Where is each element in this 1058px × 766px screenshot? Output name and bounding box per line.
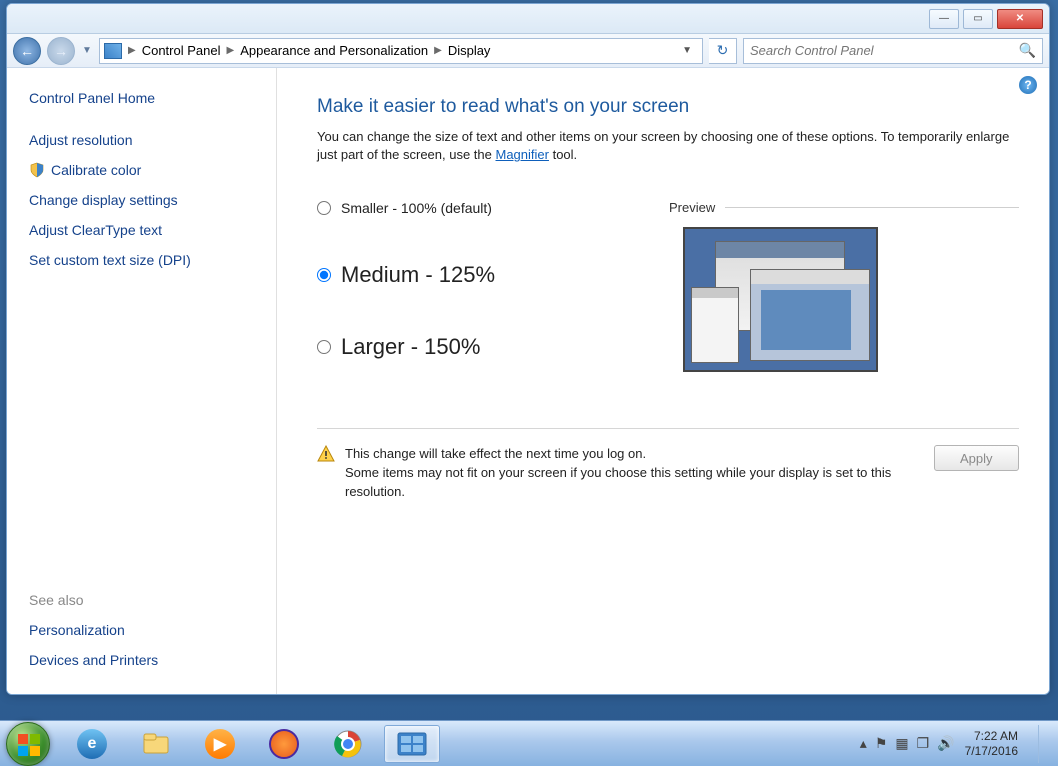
sidebar-item-label: Calibrate color: [51, 162, 141, 178]
size-options: Smaller - 100% (default) Medium - 125% L…: [317, 200, 639, 406]
sidebar-link-adjust-resolution[interactable]: Adjust resolution: [29, 132, 264, 148]
taskbar-media-player[interactable]: ▶: [192, 725, 248, 763]
option-medium[interactable]: Medium - 125%: [317, 262, 639, 288]
explorer-window: — ▭ ✕ ← → ▼ ▶ Control Panel ▶ Appearance…: [6, 3, 1050, 695]
tray-action-center-icon[interactable]: ⚑: [875, 735, 888, 752]
window-body: Control Panel Home Adjust resolution Cal…: [7, 68, 1049, 694]
control-panel-icon: [397, 729, 427, 759]
taskbar-explorer[interactable]: [128, 725, 184, 763]
taskbar-items: e ▶: [64, 725, 440, 763]
tray-network-icon[interactable]: ▦: [895, 735, 908, 752]
folder-icon: [141, 729, 171, 759]
page-title: Make it easier to read what's on your sc…: [317, 96, 1019, 118]
radio-smaller[interactable]: [317, 201, 331, 215]
option-smaller[interactable]: Smaller - 100% (default): [317, 200, 639, 216]
warning-row: This change will take effect the next ti…: [317, 445, 1019, 502]
breadcrumb-item[interactable]: Appearance and Personalization: [240, 43, 428, 58]
control-panel-icon: [104, 43, 122, 59]
taskbar: e ▶: [0, 720, 1058, 766]
chevron-right-icon: ▶: [434, 45, 442, 56]
search-box[interactable]: 🔍: [743, 38, 1043, 64]
clock-time: 7:22 AM: [965, 729, 1018, 743]
radio-larger[interactable]: [317, 340, 331, 354]
chevron-right-icon: ▶: [128, 45, 136, 56]
divider: [317, 428, 1019, 429]
warning-icon: [317, 445, 335, 463]
sidebar-link-change-display[interactable]: Change display settings: [29, 192, 264, 208]
option-label: Medium - 125%: [341, 262, 495, 288]
sidebar-link-cleartype[interactable]: Adjust ClearType text: [29, 222, 264, 238]
recent-pages-dropdown[interactable]: ▼: [81, 38, 93, 64]
breadcrumb-dropdown[interactable]: ▼: [676, 45, 698, 56]
taskbar-clock[interactable]: 7:22 AM 7/17/2016: [965, 729, 1018, 758]
preview-column: Preview: [669, 200, 1019, 406]
divider: [725, 207, 1019, 208]
option-label: Smaller - 100% (default): [341, 200, 492, 216]
preview-window-icon: [691, 287, 739, 363]
back-button[interactable]: ←: [13, 37, 41, 65]
sidebar-link-dpi[interactable]: Set custom text size (DPI): [29, 252, 264, 268]
titlebar: — ▭ ✕: [7, 4, 1049, 34]
clock-date: 7/17/2016: [965, 744, 1018, 758]
magnifier-link[interactable]: Magnifier: [496, 147, 549, 162]
chrome-icon: [333, 729, 363, 759]
tray-battery-icon[interactable]: ❐: [917, 735, 930, 752]
ie-icon: e: [77, 729, 107, 759]
preview-image: [683, 227, 878, 372]
taskbar-ie[interactable]: e: [64, 725, 120, 763]
warning-text: This change will take effect the next ti…: [345, 445, 924, 502]
minimize-button[interactable]: —: [929, 9, 959, 29]
tray-chevron-icon[interactable]: ▴: [860, 735, 867, 752]
help-icon[interactable]: ?: [1019, 76, 1037, 94]
option-larger[interactable]: Larger - 150%: [317, 334, 639, 360]
search-icon[interactable]: 🔍: [1019, 42, 1036, 59]
navbar: ← → ▼ ▶ Control Panel ▶ Appearance and P…: [7, 34, 1049, 68]
radio-medium[interactable]: [317, 268, 331, 282]
start-button[interactable]: [6, 722, 50, 766]
refresh-button[interactable]: ↻: [709, 38, 737, 64]
sidebar-link-calibrate-color[interactable]: Calibrate color: [29, 162, 264, 178]
maximize-button[interactable]: ▭: [963, 9, 993, 29]
breadcrumb[interactable]: ▶ Control Panel ▶ Appearance and Persona…: [99, 38, 703, 64]
taskbar-firefox[interactable]: [256, 725, 312, 763]
tray-volume-icon[interactable]: 🔊: [937, 735, 954, 752]
sidebar: Control Panel Home Adjust resolution Cal…: [7, 68, 277, 694]
preview-window-icon: [750, 269, 870, 361]
breadcrumb-item[interactable]: Control Panel: [142, 43, 221, 58]
taskbar-chrome[interactable]: [320, 725, 376, 763]
see-also-heading: See also: [29, 592, 264, 608]
search-input[interactable]: [750, 43, 1019, 58]
main-content: ? Make it easier to read what's on your …: [277, 68, 1049, 694]
show-desktop-button[interactable]: [1038, 725, 1052, 763]
close-button[interactable]: ✕: [997, 9, 1043, 29]
see-also-personalization[interactable]: Personalization: [29, 622, 264, 638]
windows-logo-icon: [16, 732, 42, 758]
breadcrumb-item[interactable]: Display: [448, 43, 491, 58]
system-tray: ▴ ⚑ ▦ ❐ 🔊 7:22 AM 7/17/2016: [860, 725, 1052, 763]
see-also-devices-printers[interactable]: Devices and Printers: [29, 652, 264, 668]
forward-button[interactable]: →: [47, 37, 75, 65]
apply-button[interactable]: Apply: [934, 445, 1019, 471]
page-description: You can change the size of text and othe…: [317, 128, 1019, 164]
media-player-icon: ▶: [205, 729, 235, 759]
taskbar-control-panel[interactable]: [384, 725, 440, 763]
shield-icon: [29, 162, 45, 178]
preview-label: Preview: [669, 200, 715, 215]
firefox-icon: [269, 729, 299, 759]
sidebar-home-link[interactable]: Control Panel Home: [29, 90, 264, 106]
chevron-right-icon: ▶: [226, 45, 234, 56]
option-label: Larger - 150%: [341, 334, 480, 360]
